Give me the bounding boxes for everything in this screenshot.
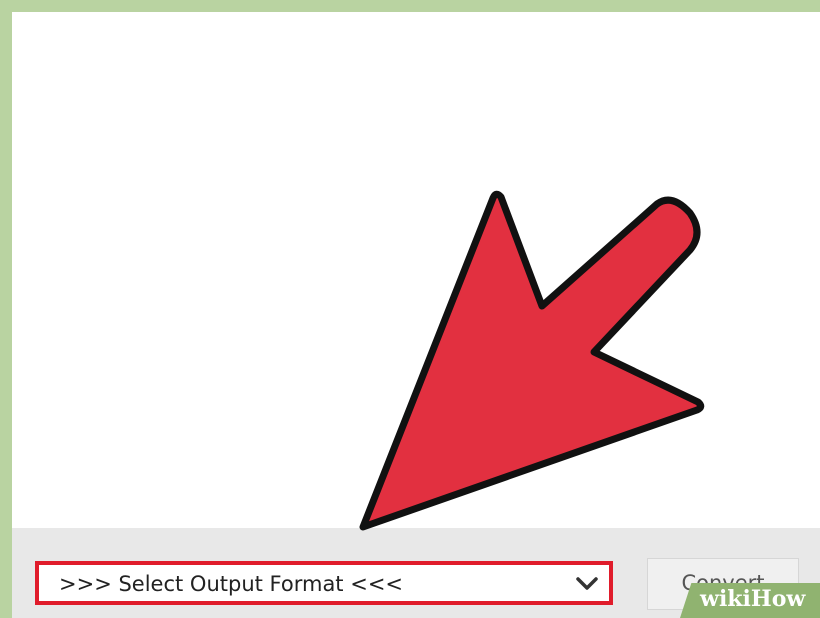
image-frame: >>> Select Output Format <<< Convert wik… (0, 0, 820, 618)
arrow-pointer-icon (359, 190, 705, 531)
wikihow-watermark: wikiHow (680, 583, 820, 618)
watermark-text: wikiHow (700, 586, 806, 612)
